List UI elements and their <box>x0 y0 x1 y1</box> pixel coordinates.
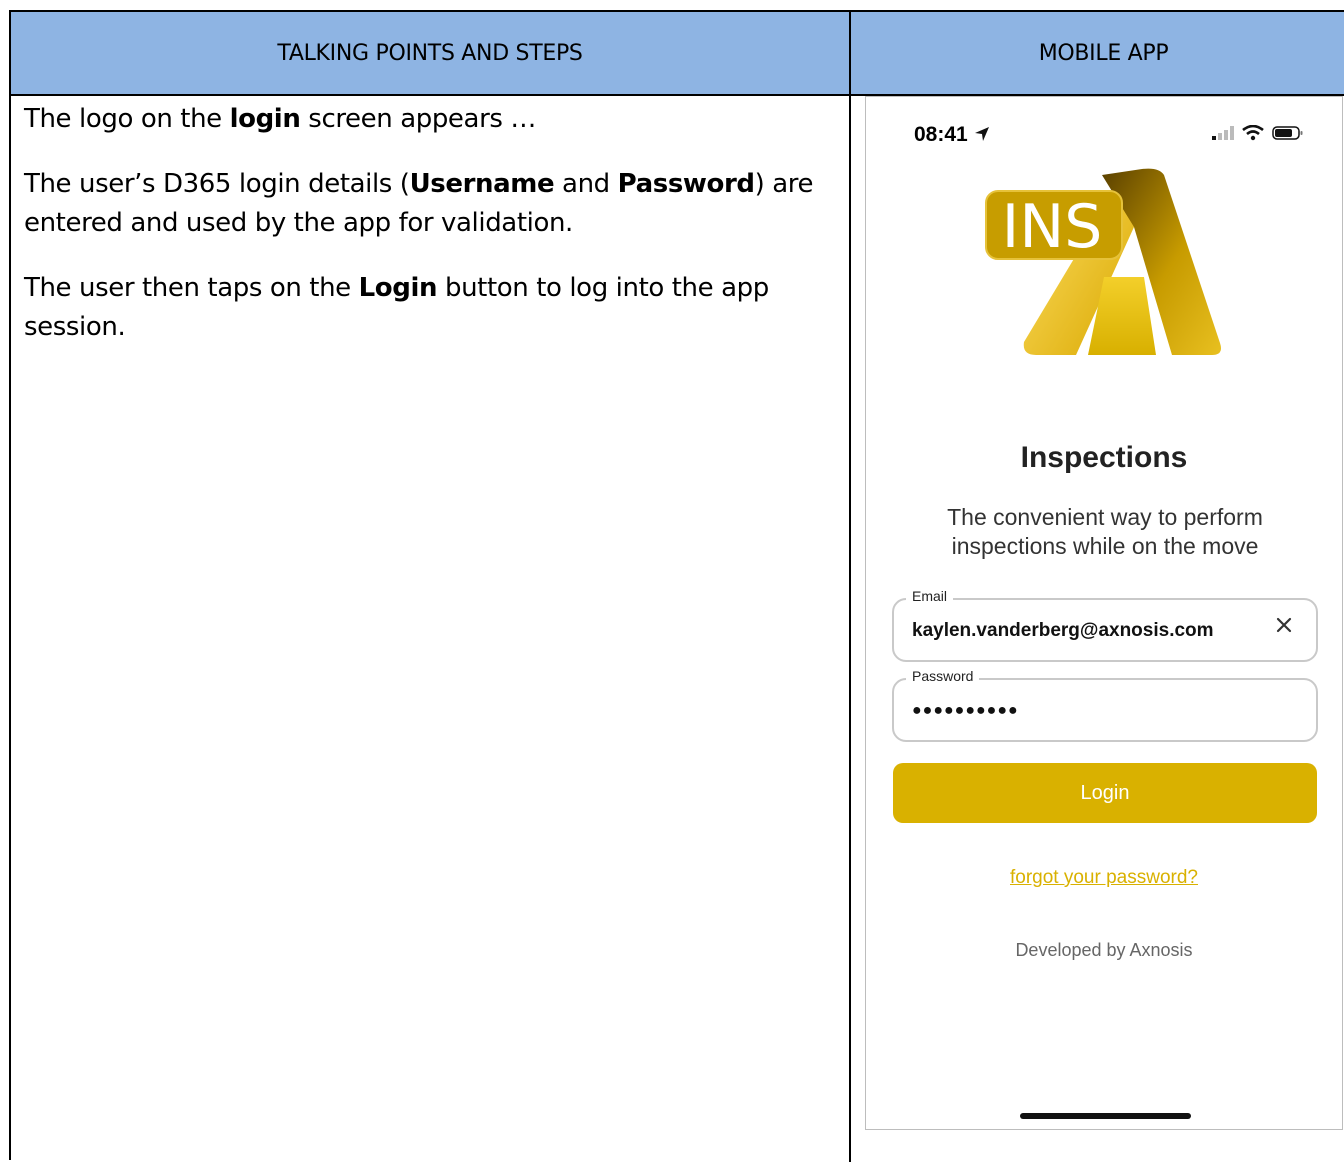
header-talking-points: TALKING POINTS AND STEPS <box>11 12 851 96</box>
phone-screenshot: 08:41 INS Inspections The convenient way… <box>865 96 1343 1130</box>
text: The logo on the <box>24 104 230 134</box>
app-title: Inspections <box>1020 441 1188 474</box>
password-field[interactable]: Password ●●●●●●●●●● <box>892 668 1318 742</box>
clear-email-button[interactable] <box>1274 614 1294 642</box>
text: screen appears … <box>300 104 536 134</box>
email-value[interactable]: kaylen.vanderberg@axnosis.com <box>912 620 1214 642</box>
email-field[interactable]: Email kaylen.vanderberg@axnosis.com <box>892 588 1318 662</box>
status-icons <box>1212 125 1304 141</box>
signal-icon <box>1212 126 1234 140</box>
column-divider <box>849 96 851 1162</box>
text: and <box>554 169 618 199</box>
status-time-text: 08:41 <box>914 123 968 146</box>
logo-text: INS <box>1002 192 1103 262</box>
text: The user’s D365 login details ( <box>24 169 410 199</box>
header-mobile-app: MOBILE APP <box>851 12 1344 96</box>
wifi-icon <box>1242 125 1264 141</box>
step-paragraph-2: The user’s D365 login details (Username … <box>24 165 824 243</box>
bold-text: Password <box>617 169 755 199</box>
step-paragraph-3: The user then taps on the Login button t… <box>24 269 824 347</box>
close-icon <box>1276 617 1292 633</box>
forgot-password-link[interactable]: forgot your password? <box>866 867 1342 889</box>
app-tagline: The convenient way to perform inspection… <box>947 504 1263 559</box>
talking-points-text: The logo on the login screen appears … T… <box>24 100 824 373</box>
bold-text: login <box>229 104 301 134</box>
bold-text: Login <box>358 273 438 303</box>
status-time: 08:41 <box>914 123 990 147</box>
password-label: Password <box>906 668 980 684</box>
header-talking-points-label: TALKING POINTS AND STEPS <box>277 40 583 66</box>
developed-by-text: Developed by Axnosis <box>1015 940 1193 960</box>
login-button[interactable]: Login <box>893 763 1317 823</box>
location-arrow-icon <box>974 127 989 141</box>
step-paragraph-1: The logo on the login screen appears … <box>24 100 824 139</box>
password-value[interactable]: ●●●●●●●●●● <box>912 702 1019 720</box>
bold-text: Username <box>409 169 555 199</box>
email-label: Email <box>906 588 954 604</box>
header-mobile-app-label: MOBILE APP <box>1038 40 1169 66</box>
login-button-label: Login <box>1080 781 1130 804</box>
text: The user then taps on the <box>24 273 359 303</box>
inspections-logo-icon: INS <box>985 168 1221 355</box>
home-indicator <box>1020 1113 1191 1119</box>
battery-icon <box>1272 126 1303 140</box>
